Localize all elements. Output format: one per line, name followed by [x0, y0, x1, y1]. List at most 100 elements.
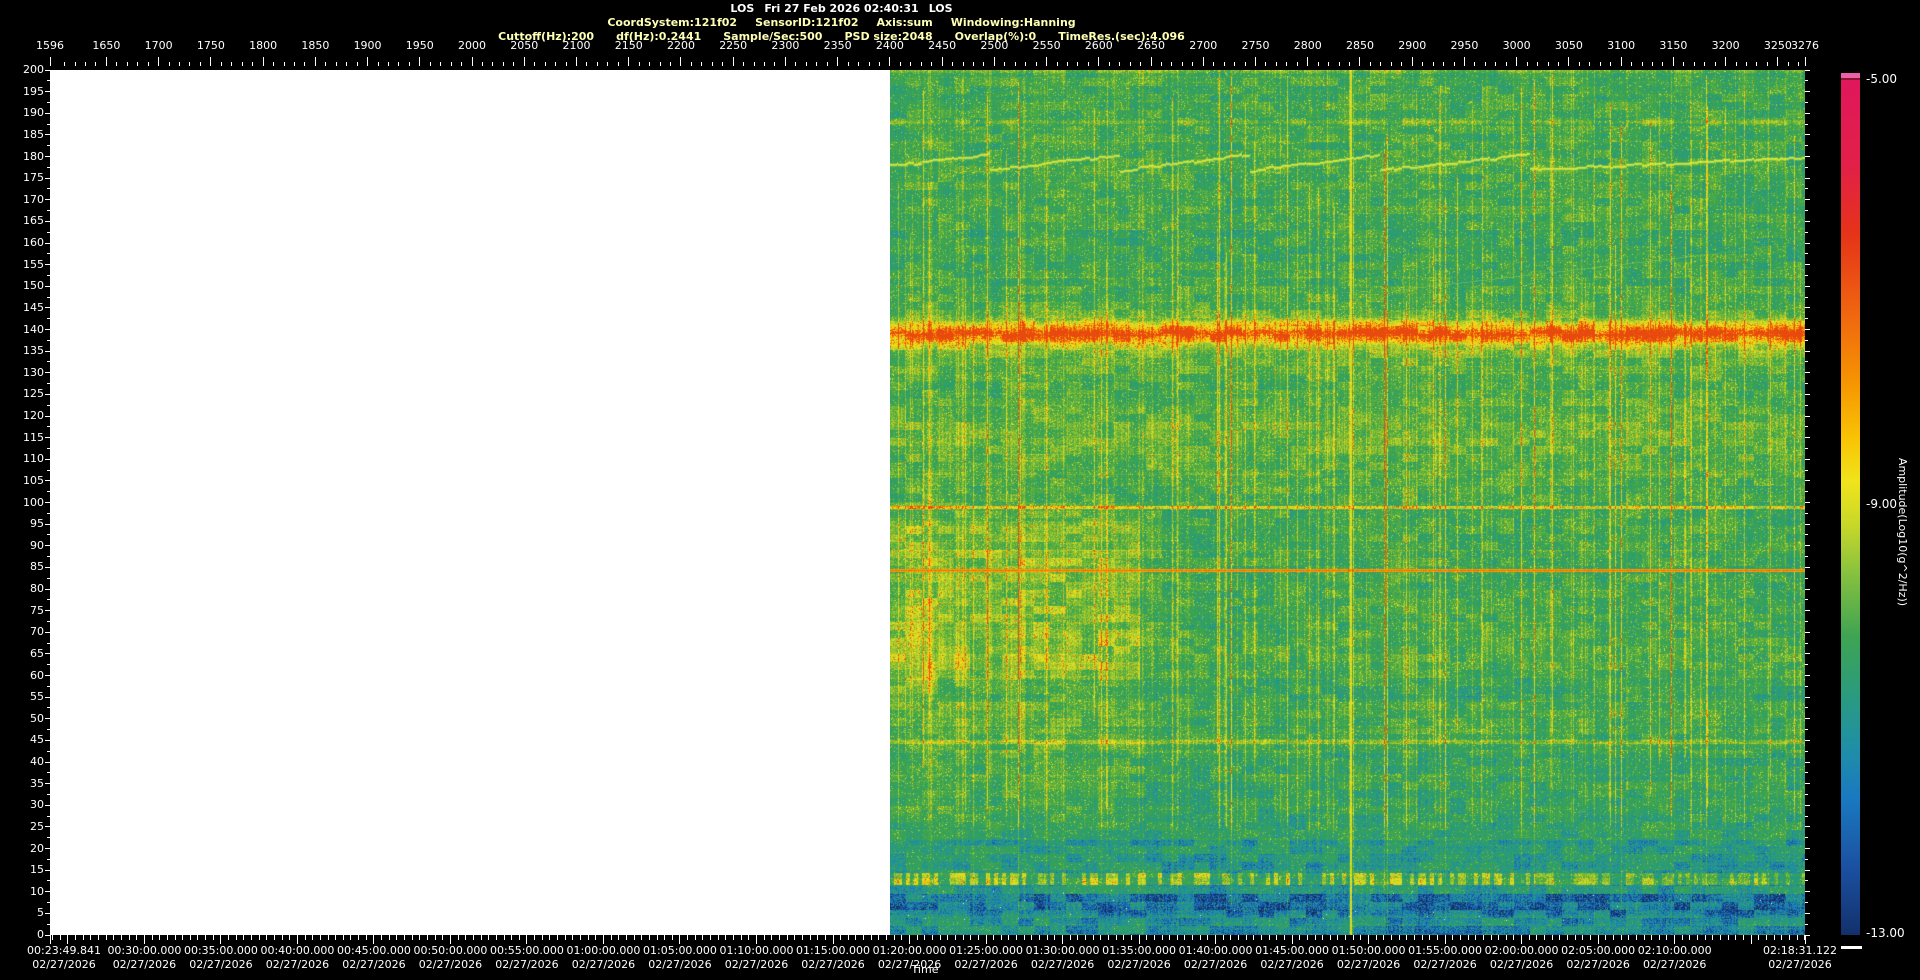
- frequency-tick-label: 95: [6, 518, 44, 530]
- spectrogram-canvas[interactable]: [890, 70, 1805, 935]
- time-minor-tick: [1246, 935, 1247, 940]
- time-minor-tick: [152, 935, 153, 940]
- frequency-minor-tick-right: [1805, 599, 1808, 600]
- time-minor-tick: [274, 935, 275, 940]
- frequency-major-tick: [45, 307, 50, 308]
- frequency-minor-tick: [47, 643, 50, 644]
- time-minor-tick: [1605, 935, 1606, 940]
- frequency-minor-tick: [47, 556, 50, 557]
- frequency-major-tick-right: [1805, 437, 1810, 438]
- time-minor-tick: [1452, 935, 1453, 940]
- record-major-tick: [367, 57, 368, 66]
- record-tick-label: 3050: [1555, 40, 1583, 52]
- record-tick-label: 2050: [510, 40, 538, 52]
- record-minor-tick: [1234, 62, 1235, 66]
- frequency-major-tick-right: [1805, 762, 1810, 763]
- record-tick-label: 2850: [1346, 40, 1374, 52]
- frequency-major-tick: [45, 567, 50, 568]
- record-minor-tick: [649, 62, 650, 66]
- time-minor-tick: [702, 935, 703, 940]
- time-minor-tick: [1383, 935, 1384, 940]
- frequency-major-tick: [45, 805, 50, 806]
- time-minor-tick: [197, 935, 198, 940]
- time-minor-tick: [626, 935, 627, 940]
- frequency-minor-tick: [47, 513, 50, 514]
- frequency-minor-tick-right: [1805, 578, 1808, 579]
- record-major-tick: [472, 57, 473, 66]
- time-minor-tick: [129, 935, 130, 940]
- time-tick-label: 02:00:00.000: [1485, 945, 1559, 957]
- frequency-major-tick-right: [1805, 307, 1810, 308]
- time-minor-tick: [1360, 935, 1361, 940]
- time-minor-tick: [1552, 935, 1553, 940]
- frequency-major-tick-right: [1805, 805, 1810, 806]
- date-tick-label: 02/27/2026: [189, 959, 252, 971]
- frequency-minor-tick: [47, 210, 50, 211]
- time-minor-tick: [1345, 935, 1346, 940]
- time-minor-tick: [1070, 935, 1071, 940]
- time-minor-tick: [1123, 935, 1124, 940]
- date-tick-label: 02/27/2026: [342, 959, 405, 971]
- time-minor-tick: [312, 935, 313, 940]
- record-minor-tick: [743, 62, 744, 66]
- time-minor-tick: [75, 935, 76, 940]
- time-minor-tick: [335, 935, 336, 940]
- time-minor-tick: [810, 935, 811, 940]
- time-minor-tick: [1582, 935, 1583, 940]
- time-minor-tick: [205, 935, 206, 940]
- record-minor-tick: [451, 62, 452, 66]
- record-minor-tick: [1109, 62, 1110, 66]
- frequency-minor-tick-right: [1805, 924, 1808, 925]
- time-minor-tick: [1108, 935, 1109, 940]
- time-minor-tick: [175, 935, 176, 940]
- frequency-minor-tick: [47, 729, 50, 730]
- frequency-tick-label: 0: [6, 929, 44, 941]
- time-minor-tick: [565, 935, 566, 940]
- frequency-major-tick-right: [1805, 783, 1810, 784]
- frequency-major-tick-right: [1805, 891, 1810, 892]
- record-minor-tick: [1339, 62, 1340, 66]
- frequency-major-tick: [45, 870, 50, 871]
- record-minor-tick: [398, 62, 399, 66]
- frequency-major-tick-right: [1805, 740, 1810, 741]
- frequency-minor-tick: [47, 426, 50, 427]
- time-minor-tick: [419, 935, 420, 940]
- frequency-major-tick: [45, 199, 50, 200]
- time-minor-tick: [1399, 935, 1400, 940]
- time-minor-tick: [504, 935, 505, 940]
- record-minor-tick: [1548, 62, 1549, 66]
- time-tick-label: 00:45:00.000: [337, 945, 411, 957]
- time-minor-tick: [1682, 935, 1683, 940]
- colorbar-mid-label: -9.00: [1866, 498, 1897, 511]
- time-minor-tick: [886, 935, 887, 940]
- time-minor-tick: [1720, 935, 1721, 940]
- time-minor-tick: [1001, 935, 1002, 940]
- frequency-minor-tick: [47, 816, 50, 817]
- record-minor-tick: [461, 62, 462, 66]
- frequency-major-tick: [45, 783, 50, 784]
- frequency-tick-label: 65: [6, 648, 44, 660]
- frequency-major-tick-right: [1805, 264, 1810, 265]
- frequency-major-tick: [45, 394, 50, 395]
- time-tick-label: 00:55:00.000: [490, 945, 564, 957]
- frequency-major-tick-right: [1805, 545, 1810, 546]
- frequency-major-tick: [45, 134, 50, 135]
- record-minor-tick: [75, 62, 76, 66]
- record-tick-label: 1750: [197, 40, 225, 52]
- frequency-tick-label: 185: [6, 129, 44, 141]
- time-minor-tick: [1154, 935, 1155, 940]
- frequency-major-tick-right: [1805, 913, 1810, 914]
- time-tick-label: 01:35:00.000: [1102, 945, 1176, 957]
- record-minor-tick: [827, 62, 828, 66]
- frequency-tick-label: 70: [6, 626, 44, 638]
- time-minor-tick: [1093, 935, 1094, 940]
- record-minor-tick: [1088, 62, 1089, 66]
- record-tick-label: 1596: [36, 40, 64, 52]
- time-major-tick: [1292, 935, 1293, 944]
- time-minor-tick: [764, 935, 765, 940]
- record-major-tick: [1516, 57, 1517, 66]
- frequency-major-tick: [45, 502, 50, 503]
- record-minor-tick: [858, 62, 859, 66]
- time-minor-tick: [1536, 935, 1537, 940]
- time-minor-tick: [840, 935, 841, 940]
